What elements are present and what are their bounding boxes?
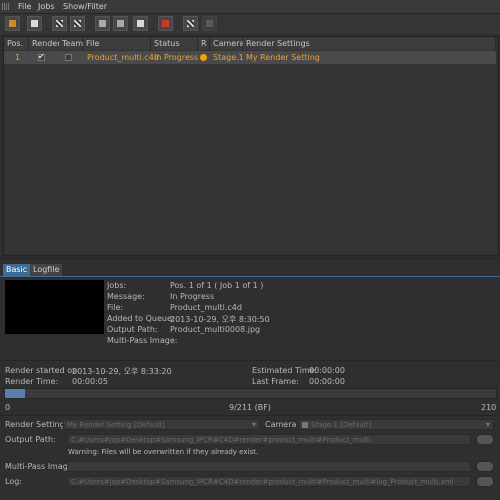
camera-label: Camera — [265, 420, 297, 429]
preview-thumbnail — [5, 280, 104, 334]
menu-file[interactable]: File — [18, 2, 31, 11]
divider — [0, 415, 500, 416]
file-value: Product_multi.c4d — [170, 303, 242, 312]
col-camera[interactable]: Camera — [210, 37, 244, 50]
log-path-field[interactable]: C:#Users#jap#Desktop#Samsung_IPCR#C4D#re… — [67, 476, 471, 487]
col-render-settings[interactable]: Render Settings — [243, 37, 496, 50]
cell-file: Product_multi.c4d — [87, 53, 159, 62]
tab-logfile[interactable]: Logfile — [30, 264, 63, 276]
render-stop-icon[interactable] — [158, 16, 173, 31]
render-settings-label: Render Settings — [5, 420, 69, 429]
output-path-field[interactable]: C:#Users#jap#Desktop#Samsung_IPCR#C4D#re… — [67, 434, 471, 445]
log-label: Log: — [5, 477, 22, 486]
multipass-path-field[interactable] — [67, 461, 471, 472]
divider — [0, 360, 500, 361]
output-path-browse-button[interactable] — [476, 434, 494, 445]
file-label: File: — [107, 303, 124, 312]
progress-end: 210 — [481, 403, 497, 412]
render-time-label: Render Time: — [5, 377, 59, 386]
message-value: In Progress — [170, 292, 215, 301]
output-path-value: C:#Users#jap#Desktop#Samsung_IPCR#C4D#re… — [71, 436, 371, 444]
render-checkbox[interactable] — [38, 52, 45, 61]
table-view-alt-icon[interactable] — [113, 16, 128, 31]
overwrite-warning: Warning: Files will be overwritten if th… — [68, 448, 259, 456]
toolbar — [0, 14, 500, 34]
last-frame-value: 00:00:00 — [309, 377, 345, 386]
multipass-browse-button[interactable] — [476, 461, 494, 472]
table-row[interactable]: 1 Product_multi.c4d In Progress Stage.1 … — [4, 51, 496, 64]
last-frame-label: Last Frame: — [252, 377, 299, 386]
team-checkbox[interactable] — [65, 54, 72, 61]
added-label: Added to Queue: — [107, 314, 175, 323]
camera-value: Stage.1 [Default] — [311, 421, 372, 429]
log-browse-button[interactable] — [476, 476, 494, 487]
progress-fill — [5, 389, 25, 398]
divider — [0, 258, 500, 259]
table-view-icon[interactable] — [95, 16, 110, 31]
cell-camera: Stage.1 — [213, 53, 244, 62]
output-value: Product_multi0008.jpg — [170, 325, 261, 334]
grid-clapboard-icon[interactable] — [70, 16, 85, 31]
menu-bar: File Jobs Show/Filter — [0, 0, 500, 14]
job-table: Pos. Render Team File Status R Camera Re… — [3, 36, 499, 256]
open-folder-icon[interactable] — [5, 16, 20, 31]
col-pos[interactable]: Pos. — [4, 37, 29, 50]
estimated-time-label: Estimated Time: — [252, 366, 318, 375]
output-label: Output Path: — [107, 325, 158, 334]
document-list-icon[interactable] — [133, 16, 148, 31]
cell-render-settings: My Render Setting — [246, 53, 320, 62]
cell-pos: 1 — [15, 53, 21, 62]
camera-dropdown[interactable]: Stage.1 [Default] — [298, 419, 494, 430]
render-settings-disabled-icon[interactable] — [202, 16, 217, 31]
jobs-value: Pos. 1 of 1 ( Job 1 of 1 ) — [170, 281, 264, 290]
multipass-label: Multi-Pass Image: — [107, 336, 178, 345]
render-settings-value: My Render Setting [Default] — [67, 421, 165, 429]
col-status[interactable]: Status — [151, 37, 198, 50]
col-file[interactable]: File — [83, 37, 151, 50]
estimated-time-value: 00:00:00 — [309, 366, 345, 375]
render-started-label: Render started on: — [5, 366, 80, 375]
jobs-label: Jobs: — [107, 281, 127, 290]
grip-icon — [2, 3, 10, 10]
render-settings-dropdown[interactable]: My Render Setting [Default] — [63, 419, 260, 430]
progress-status: 9/211 (BF) — [229, 403, 271, 412]
clapboard-icon[interactable] — [52, 16, 67, 31]
message-label: Message: — [107, 292, 145, 301]
output-path-label: Output Path: — [5, 435, 56, 444]
render-time-value: 00:00:05 — [72, 377, 108, 386]
cell-status: In Progress — [154, 53, 199, 62]
col-team[interactable]: Team — [59, 37, 83, 50]
render-started-value: 2013-10-29, 오후 8:33:20 — [72, 367, 172, 376]
log-path-value: C:#Users#jap#Desktop#Samsung_IPCR#C4D#re… — [71, 478, 454, 486]
camera-icon — [302, 422, 308, 428]
new-document-icon[interactable] — [27, 16, 42, 31]
render-start-icon[interactable] — [183, 16, 198, 31]
menu-jobs[interactable]: Jobs — [38, 2, 55, 11]
status-dot-icon — [200, 54, 207, 61]
col-r[interactable]: R — [198, 37, 210, 50]
render-progress-bar — [4, 388, 497, 399]
added-value: 2013-10-29, 오후 8:30:50 — [170, 315, 270, 324]
multipass-path-label: Multi-Pass Image: — [5, 462, 76, 471]
tab-underline — [0, 276, 500, 277]
col-render[interactable]: Render — [29, 37, 60, 50]
menu-show-filter[interactable]: Show/Filter — [63, 2, 107, 11]
tab-basic[interactable]: Basic — [3, 264, 31, 276]
progress-start: 0 — [5, 403, 11, 412]
